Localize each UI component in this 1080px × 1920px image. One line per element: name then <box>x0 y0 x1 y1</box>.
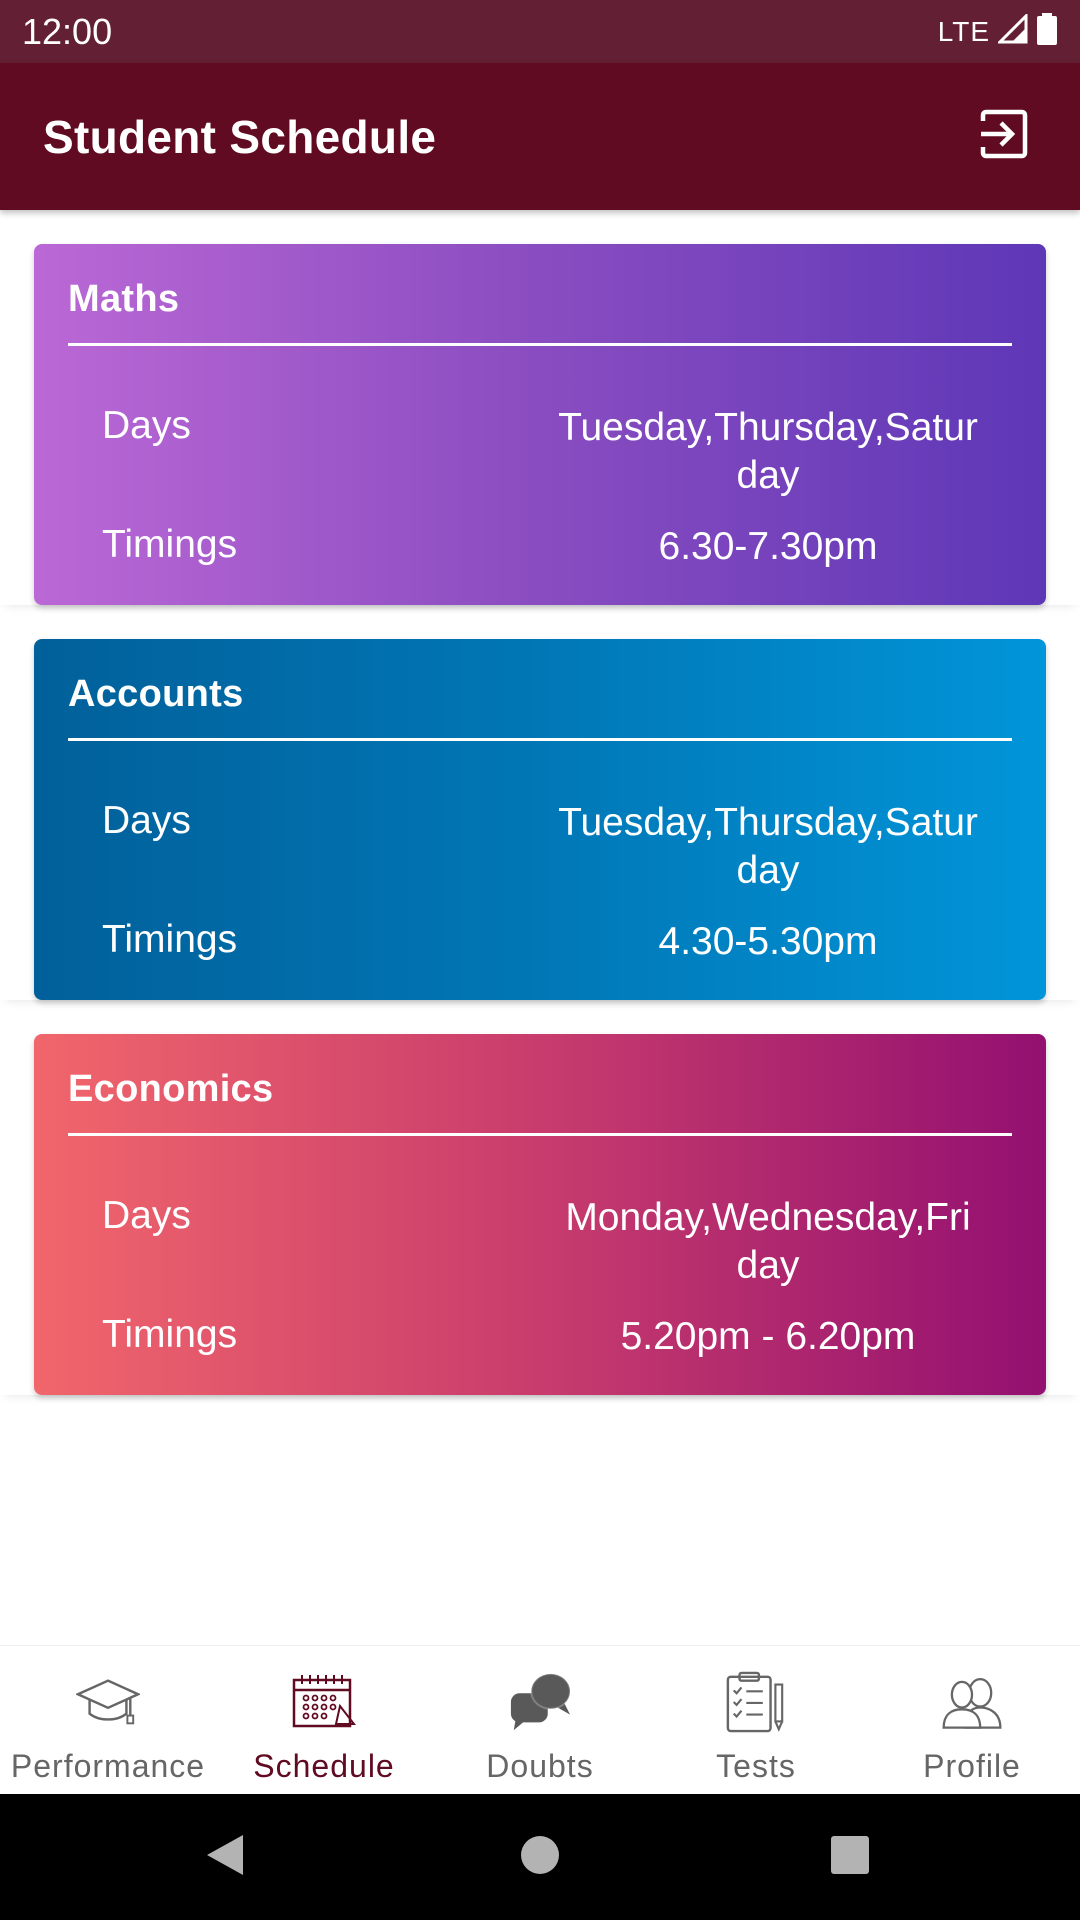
nav-item-performance[interactable]: Performance <box>0 1646 216 1794</box>
status-time: 12:00 <box>22 10 113 52</box>
battery-icon <box>1036 13 1058 50</box>
days-label: Days <box>102 404 191 447</box>
home-icon <box>518 1833 562 1882</box>
schedule-item: Economics Days Monday,Wednesday,Friday T… <box>0 1000 1080 1395</box>
subject-title: Maths <box>68 278 180 320</box>
schedule-item: Accounts Days Tuesday,Thursday,Saturday … <box>0 605 1080 1000</box>
divider <box>68 343 1012 346</box>
days-value: Tuesday,Thursday,Saturday <box>558 406 978 497</box>
days-label: Days <box>102 1194 191 1237</box>
recents-icon <box>829 1834 871 1881</box>
recents-button[interactable] <box>824 1831 876 1883</box>
schedule-item: Maths Days Tuesday,Thursday,Saturday Tim… <box>0 210 1080 605</box>
timings-value: 5.20pm - 6.20pm <box>620 1315 916 1358</box>
nav-label: Tests <box>716 1748 796 1784</box>
nav-label: Profile <box>923 1748 1021 1784</box>
timings-label: Timings <box>102 918 238 961</box>
nav-item-schedule[interactable]: Schedule <box>216 1646 432 1794</box>
divider <box>68 738 1012 741</box>
divider <box>68 1133 1012 1136</box>
days-label: Days <box>102 799 191 842</box>
system-nav-bar <box>0 1794 1080 1920</box>
page-title: Student Schedule <box>43 110 437 163</box>
schedule-card-maths[interactable]: Maths Days Tuesday,Thursday,Saturday Tim… <box>34 244 1046 605</box>
users-icon <box>940 1670 1004 1734</box>
days-value: Tuesday,Thursday,Saturday <box>558 801 978 892</box>
app-bar: Student Schedule <box>0 63 1080 210</box>
home-button[interactable] <box>514 1831 566 1883</box>
subject-title: Accounts <box>68 673 244 715</box>
back-icon <box>203 1831 247 1884</box>
nav-item-tests[interactable]: Tests <box>648 1646 864 1794</box>
schedule-card-economics[interactable]: Economics Days Monday,Wednesday,Friday T… <box>34 1034 1046 1395</box>
clipboard-checklist-icon <box>724 1670 788 1734</box>
nav-label: Performance <box>10 1748 206 1784</box>
timings-label: Timings <box>102 1313 238 1356</box>
timings-value: 4.30-5.30pm <box>658 920 878 963</box>
timings-label: Timings <box>102 523 238 566</box>
timings-value: 6.30-7.30pm <box>658 525 878 568</box>
days-value: Monday,Wednesday,Friday <box>565 1196 971 1287</box>
subject-title: Economics <box>68 1068 274 1110</box>
nav-label: Doubts <box>486 1748 594 1784</box>
chat-bubbles-icon <box>508 1670 572 1734</box>
network-type: LTE <box>937 15 990 47</box>
nav-item-doubts[interactable]: Doubts <box>432 1646 648 1794</box>
nav-label: Schedule <box>253 1748 395 1784</box>
calendar-icon <box>292 1670 356 1734</box>
status-indicators: LTE <box>937 12 1058 50</box>
signal-icon <box>996 12 1028 49</box>
back-button[interactable] <box>199 1831 251 1883</box>
logout-icon <box>979 109 1029 164</box>
schedule-card-accounts[interactable]: Accounts Days Tuesday,Thursday,Saturday … <box>34 639 1046 1000</box>
graduation-cap-icon <box>76 1670 140 1734</box>
logout-button[interactable] <box>976 109 1032 165</box>
bottom-nav: Performance Schedule Doubts Tests Profil… <box>0 1645 1080 1794</box>
schedule-list: Maths Days Tuesday,Thursday,Saturday Tim… <box>0 210 1080 1395</box>
nav-item-profile[interactable]: Profile <box>864 1646 1080 1794</box>
status-bar: 12:00 LTE <box>0 0 1080 63</box>
